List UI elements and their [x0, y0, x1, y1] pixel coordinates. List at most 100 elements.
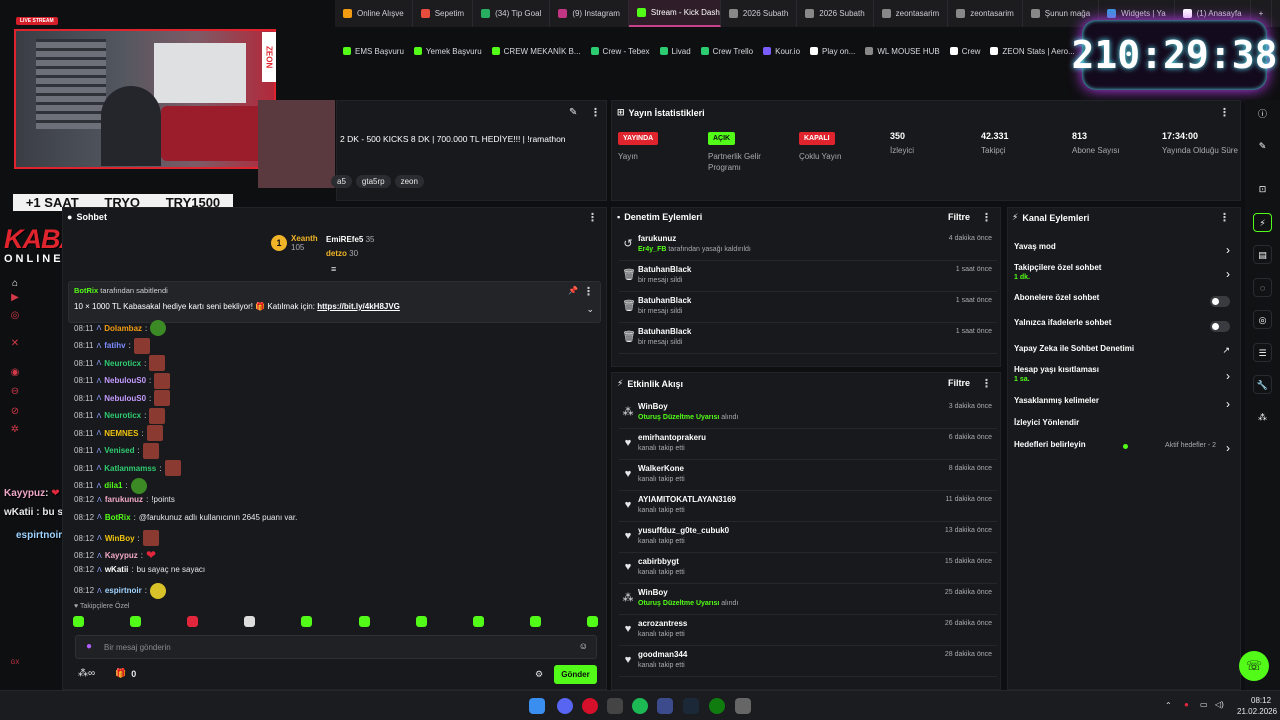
- channel-action-item[interactable]: Yavaş mod ›: [1014, 242, 1236, 264]
- browser-tab[interactable]: (34) Tip Goal: [473, 0, 551, 27]
- send-button[interactable]: Gönder: [554, 665, 597, 684]
- channel-action-item[interactable]: Yalnızca ifadelerle sohbet: [1014, 318, 1236, 340]
- filter-button[interactable]: Filtre: [948, 378, 970, 388]
- share-icon[interactable]: ⊘: [9, 406, 21, 418]
- chevron-up-icon[interactable]: ⌃: [1165, 701, 1172, 710]
- layout-icon[interactable]: ⊡: [1253, 180, 1272, 199]
- activity-item[interactable]: ♥ WalkerKone kanalı takip etti 8 dakika önc…: [619, 461, 997, 491]
- bookmark-item[interactable]: Crew - Tebex: [590, 47, 650, 56]
- moderation-item[interactable]: 🗑 BatuhanBlack bir mesajı sildi 1 saat önce: [619, 293, 997, 323]
- bookmark-item[interactable]: WL MOUSE HUB: [865, 47, 940, 56]
- tag[interactable]: zeon: [394, 175, 424, 188]
- bookmark-item[interactable]: Kour.io: [763, 47, 800, 56]
- bookmark-item[interactable]: Crew: [949, 47, 980, 56]
- gx-icon[interactable]: GX: [9, 657, 21, 669]
- channel-action-item[interactable]: Yapay Zeka ile Sohbet Denetimi ↗: [1014, 344, 1236, 366]
- support-button[interactable]: ☏: [1239, 651, 1269, 681]
- message-user[interactable]: Dolambaz: [104, 324, 142, 333]
- browser-tab[interactable]: (9) Instagram: [550, 0, 629, 27]
- emote[interactable]: [73, 616, 84, 627]
- activity-item[interactable]: ♥ emirhantoprakeru kanalı takip etti 6 daki…: [619, 430, 997, 460]
- browser-tab[interactable]: 2026 Subath: [797, 0, 874, 27]
- clock-date[interactable]: 21.02.2026: [1237, 707, 1277, 716]
- edit-icon[interactable]: ✎: [569, 107, 577, 118]
- pencil-icon[interactable]: ✎: [1253, 137, 1272, 156]
- broadcast-icon[interactable]: ◎: [1253, 310, 1272, 329]
- message-user[interactable]: farukunuz: [105, 495, 143, 504]
- wrench-icon[interactable]: 🔧: [1253, 375, 1272, 394]
- emoji-icon[interactable]: ☺: [579, 641, 588, 651]
- emote[interactable]: [586, 616, 598, 627]
- browser-tab[interactable]: Sepetim: [413, 0, 474, 27]
- instagram-icon[interactable]: ◎: [9, 310, 21, 322]
- chevron-down-icon[interactable]: ⌄: [586, 304, 594, 315]
- discord-icon[interactable]: [557, 698, 573, 714]
- info-icon[interactable]: ⓘ: [1253, 105, 1272, 124]
- activity-item[interactable]: ♥ goodman344 kanalı takip etti 28 dakika ön…: [619, 647, 997, 677]
- emote[interactable]: [301, 616, 313, 627]
- more-options-icon[interactable]: ⋮: [587, 211, 598, 224]
- menu-icon[interactable]: ⌂: [9, 278, 21, 290]
- message-user[interactable]: BotRix: [105, 513, 131, 522]
- emote[interactable]: [244, 616, 256, 627]
- activity-item[interactable]: ♥ yusuffduz_g0te_cubuk0 kanalı takip etti 1…: [619, 523, 997, 553]
- windows-start-icon[interactable]: [529, 698, 545, 714]
- bookmark-item[interactable]: Livad: [659, 47, 691, 56]
- youtube-icon[interactable]: ▶: [9, 292, 21, 304]
- bookmark-item[interactable]: Crew Trello: [700, 47, 753, 56]
- mic-icon[interactable]: ●: [1184, 700, 1189, 709]
- message-user[interactable]: dila1: [104, 481, 122, 490]
- list-icon[interactable]: ☰: [1253, 343, 1272, 362]
- moderation-item[interactable]: 🗑 BatuhanBlack bir mesajı sildi 1 saat önce: [619, 324, 997, 354]
- gear-icon[interactable]: ⚙: [535, 669, 543, 680]
- more-options-icon[interactable]: ⋮: [1219, 211, 1230, 224]
- spotify-icon[interactable]: [632, 698, 648, 714]
- filter-icon[interactable]: ≡: [331, 264, 336, 274]
- more-options-icon[interactable]: ⋮: [981, 211, 992, 224]
- message-user[interactable]: Katlanmamss: [104, 464, 156, 473]
- channel-action-item[interactable]: İzleyici Yönlendir: [1014, 418, 1236, 440]
- settings-icon[interactable]: [735, 698, 751, 714]
- emote[interactable]: [187, 616, 199, 627]
- channel-action-item[interactable]: Abonelere özel sohbet: [1014, 293, 1236, 315]
- channel-action-item[interactable]: Yasaklanmış kelimeler ›: [1014, 396, 1236, 418]
- message-user[interactable]: Kayypuz: [105, 551, 138, 560]
- opera-icon[interactable]: [582, 698, 598, 714]
- bookmark-item[interactable]: EMS Başvuru: [343, 47, 404, 56]
- channel-action-item[interactable]: Takipçilere özel sohbet 1 dk. ›: [1014, 263, 1236, 285]
- message-user[interactable]: NebulouS0: [104, 376, 146, 385]
- bookmark-item[interactable]: Play on...: [810, 47, 855, 56]
- emote[interactable]: [358, 616, 370, 627]
- browser-tab[interactable]: Stream - Kick Dashboard: [628, 0, 721, 27]
- activity-item[interactable]: ⁂ WinBoy Oturuş Düzeltme Uyarısı alındı 25 …: [619, 585, 997, 615]
- more-options-icon[interactable]: ⋮: [981, 377, 992, 390]
- chat-input[interactable]: ● Bir mesaj gönderin ☺: [75, 635, 597, 659]
- x-icon[interactable]: ✕: [9, 338, 21, 350]
- moderation-item[interactable]: 🗑 BatuhanBlack bir mesajı sildi 1 saat önce: [619, 262, 997, 292]
- app-icon[interactable]: [657, 698, 673, 714]
- community-icon[interactable]: ⁂: [1253, 408, 1272, 427]
- mic-icon[interactable]: ●: [86, 641, 92, 652]
- discord-icon[interactable]: ◉: [9, 367, 21, 379]
- tag[interactable]: gta5rp: [355, 175, 391, 188]
- message-user[interactable]: wKatii: [105, 565, 129, 574]
- message-user[interactable]: NEMNES: [104, 429, 138, 438]
- network-icon[interactable]: ▭: [1200, 700, 1208, 709]
- pinned-link[interactable]: https://bit.ly/4kH8JVG: [317, 302, 400, 311]
- more-options-icon[interactable]: ⋮: [583, 285, 594, 298]
- notes-icon[interactable]: ▤: [1253, 245, 1272, 264]
- chat-bubble-icon[interactable]: ◌: [1253, 278, 1272, 297]
- message-user[interactable]: Neuroticx: [104, 359, 141, 368]
- obs-icon[interactable]: [607, 698, 623, 714]
- browser-tab[interactable]: Online Alışve: [335, 0, 413, 27]
- community-icon[interactable]: ⁂∞: [78, 668, 95, 679]
- toggle-switch[interactable]: [1210, 296, 1230, 307]
- settings-icon[interactable]: ✲: [9, 424, 21, 436]
- toggle-switch[interactable]: [1210, 321, 1230, 332]
- link-icon[interactable]: ⊖: [9, 386, 21, 398]
- xbox-icon[interactable]: [709, 698, 725, 714]
- activity-item[interactable]: ⁂ WinBoy Oturuş Düzeltme Uyarısı alındı 3 d…: [619, 399, 997, 429]
- emote[interactable]: [472, 616, 484, 627]
- volume-icon[interactable]: ◁): [1215, 700, 1224, 709]
- bookmark-item[interactable]: Yemek Başvuru: [413, 47, 482, 56]
